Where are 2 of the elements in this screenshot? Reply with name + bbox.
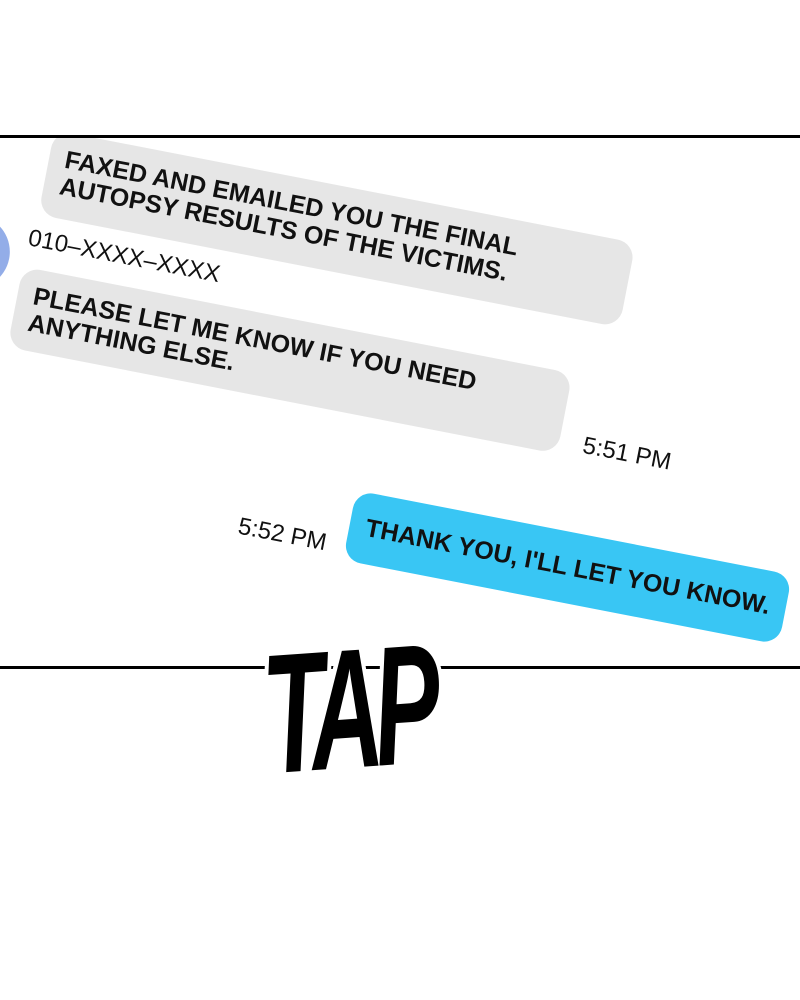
message-time: 5:51 PM	[580, 432, 674, 476]
message-time: 5:52 PM	[236, 514, 329, 556]
